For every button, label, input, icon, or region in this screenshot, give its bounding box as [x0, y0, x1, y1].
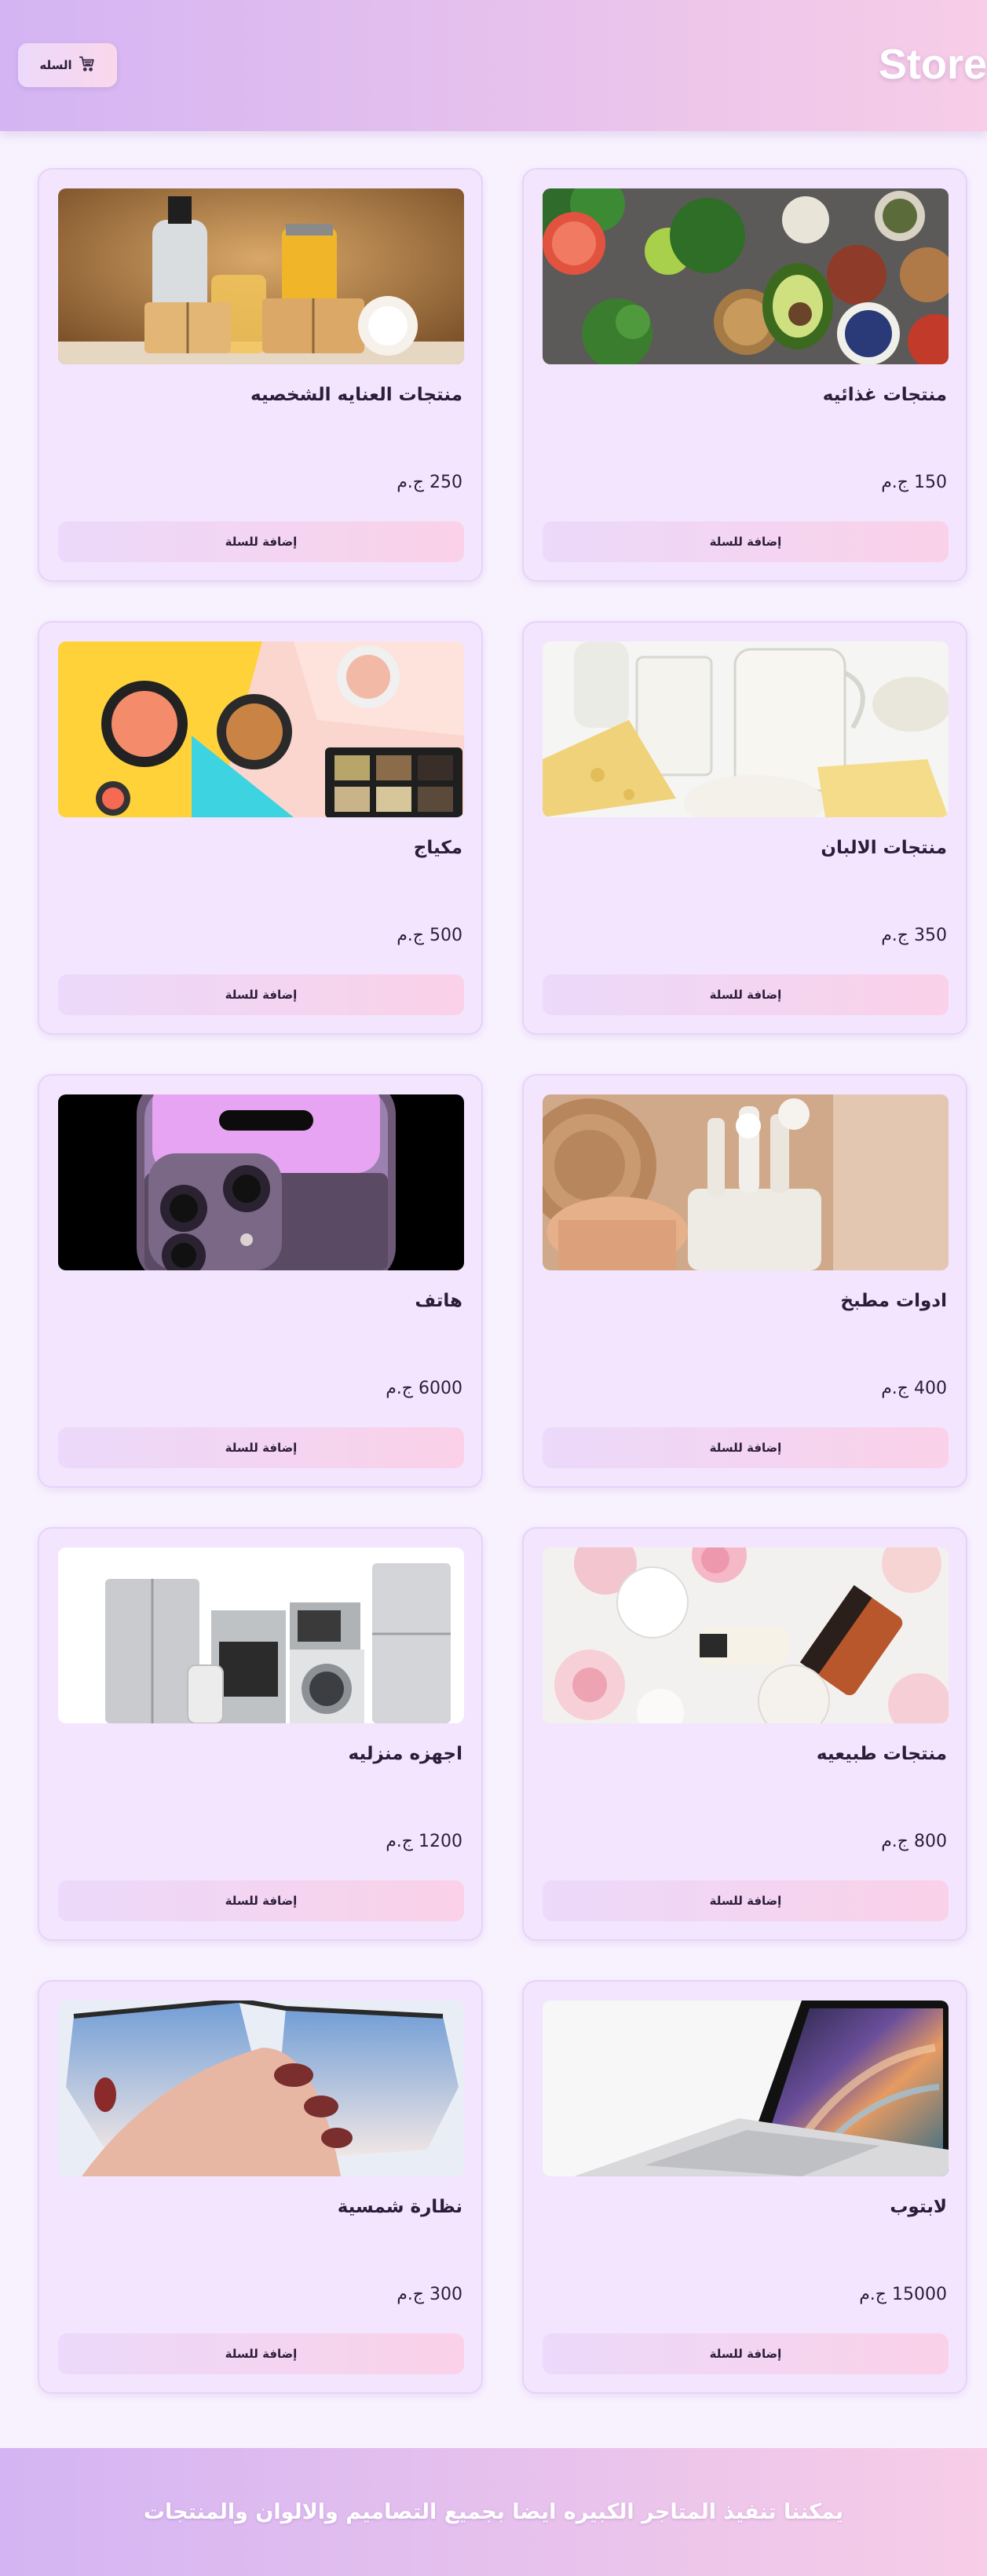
cart-button[interactable]: السله	[18, 43, 117, 87]
product-title: اجهزه منزليه	[348, 1744, 462, 1764]
add-to-cart-button[interactable]: إضافة للسلة	[543, 974, 949, 1015]
add-to-cart-button[interactable]: إضافة للسلة	[58, 2333, 464, 2374]
product-title: هاتف	[415, 1291, 462, 1311]
product-title: نظارة شمسية	[337, 2197, 462, 2217]
product-price: 15000 ج.م	[859, 2285, 947, 2304]
product-title: مكياج	[413, 838, 462, 858]
product-card: ادوات مطبخ 400 ج.م إضافة للسلة	[522, 1074, 967, 1488]
product-card: هاتف 6000 ج.م إضافة للسلة	[38, 1074, 483, 1488]
product-image-home-appliances	[58, 1547, 464, 1723]
product-title: منتجات الالبان	[821, 838, 947, 858]
product-price: 300 ج.م	[397, 2285, 462, 2304]
product-image-laptop	[543, 2001, 949, 2176]
product-price: 800 ج.م	[881, 1832, 947, 1851]
product-title: منتجات العنايه الشخصيه	[250, 385, 462, 405]
product-image-makeup	[58, 641, 464, 817]
product-image-dairy	[543, 641, 949, 817]
product-price: 1200 ج.م	[386, 1832, 462, 1851]
brand-logo-text: Store	[878, 41, 987, 88]
cart-icon	[79, 55, 96, 75]
add-to-cart-button[interactable]: إضافة للسلة	[543, 1880, 949, 1921]
product-image-kitchen-tools	[543, 1094, 949, 1270]
product-card: منتجات العنايه الشخصيه 250 ج.م إضافة للس…	[38, 168, 483, 582]
product-price: 150 ج.م	[881, 473, 947, 492]
add-to-cart-button[interactable]: إضافة للسلة	[58, 1880, 464, 1921]
product-card: منتجات طبيعيه 800 ج.م إضافة للسلة	[522, 1527, 967, 1941]
add-to-cart-button[interactable]: إضافة للسلة	[58, 1427, 464, 1468]
product-image-natural-products	[543, 1547, 949, 1723]
product-price: 500 ج.م	[397, 926, 462, 945]
product-image-sunglasses	[58, 2001, 464, 2176]
product-price: 250 ج.م	[397, 473, 462, 492]
add-to-cart-button[interactable]: إضافة للسلة	[543, 2333, 949, 2374]
product-title: ادوات مطبخ	[840, 1291, 947, 1311]
product-price: 6000 ج.م	[386, 1379, 462, 1398]
product-title: منتجات غذائيه	[822, 385, 947, 405]
product-price: 400 ج.م	[881, 1379, 947, 1398]
product-image-food	[543, 188, 949, 364]
add-to-cart-button[interactable]: إضافة للسلة	[58, 521, 464, 562]
product-card: مكياج 500 ج.م إضافة للسلة	[38, 621, 483, 1035]
product-title: لابتوب	[890, 2197, 947, 2217]
site-header: Store السله	[0, 0, 987, 131]
add-to-cart-button[interactable]: إضافة للسلة	[543, 1427, 949, 1468]
product-grid: منتجات غذائيه 150 ج.م إضافة للسلة منتجات…	[38, 168, 967, 2394]
product-price: 350 ج.م	[881, 926, 947, 945]
cart-button-label: السله	[39, 58, 72, 72]
footer-text: يمكننا تنفيذ المتاجر الكبيره ايضا بجميع …	[143, 2500, 844, 2524]
product-card: نظارة شمسية 300 ج.م إضافة للسلة	[38, 1980, 483, 2394]
product-card: منتجات غذائيه 150 ج.م إضافة للسلة	[522, 168, 967, 582]
product-image-personal-care	[58, 188, 464, 364]
product-card: لابتوب 15000 ج.م إضافة للسلة	[522, 1980, 967, 2394]
product-card: اجهزه منزليه 1200 ج.م إضافة للسلة	[38, 1527, 483, 1941]
product-image-phone	[58, 1094, 464, 1270]
add-to-cart-button[interactable]: إضافة للسلة	[543, 521, 949, 562]
product-card: منتجات الالبان 350 ج.م إضافة للسلة	[522, 621, 967, 1035]
add-to-cart-button[interactable]: إضافة للسلة	[58, 974, 464, 1015]
product-title: منتجات طبيعيه	[816, 1744, 947, 1764]
site-footer: يمكننا تنفيذ المتاجر الكبيره ايضا بجميع …	[0, 2448, 987, 2576]
